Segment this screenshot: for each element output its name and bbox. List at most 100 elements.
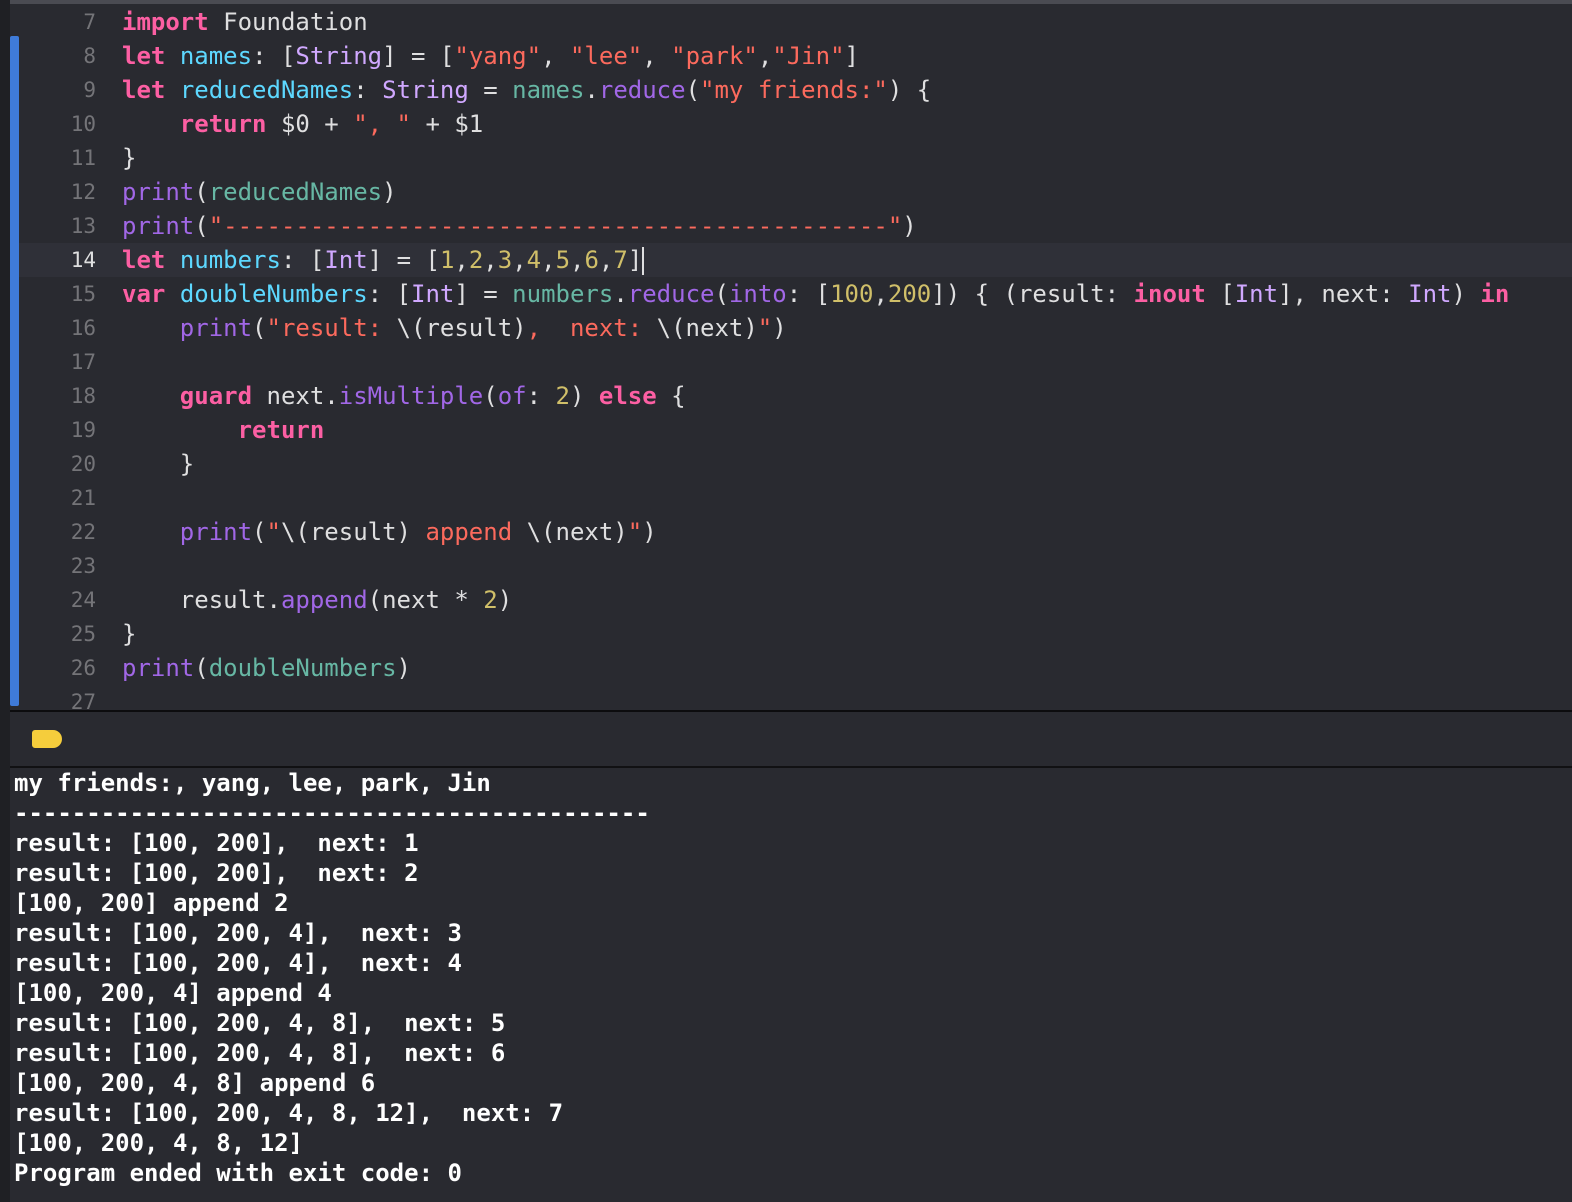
code-token: in xyxy=(1480,280,1510,308)
code-text[interactable]: print("result: \(result), next: \(next)"… xyxy=(122,311,787,345)
code-token: return xyxy=(179,110,267,138)
code-token: ] xyxy=(627,246,643,274)
code-token: Int xyxy=(1234,280,1279,308)
code-token: ", " xyxy=(353,110,411,138)
code-line[interactable]: 22 print("\(result) append \(next)") xyxy=(10,515,1572,549)
code-token: let xyxy=(122,42,166,70)
line-number: 14 xyxy=(70,248,96,272)
source-change-bar[interactable] xyxy=(10,36,19,706)
code-token: ) { xyxy=(887,76,932,104)
code-token: print xyxy=(122,212,195,240)
code-token: 4 xyxy=(526,246,542,274)
code-token: , xyxy=(541,42,570,70)
console-line: [100, 200, 4, 8, 12] xyxy=(14,1129,303,1157)
code-line[interactable]: 9 let reducedNames: String = names.reduce… xyxy=(10,73,1572,107)
code-line[interactable]: 18 guard next.isMultiple(of: 2) else { xyxy=(10,379,1572,413)
code-token: result. xyxy=(122,586,281,614)
code-token: $0 + xyxy=(266,110,354,138)
code-token: 7 xyxy=(613,246,628,274)
line-number: 10 xyxy=(70,112,96,136)
code-token: ) xyxy=(396,654,411,682)
code-token: , next: xyxy=(526,314,657,342)
code-line[interactable]: 23 xyxy=(10,549,1572,583)
code-line[interactable]: 25} xyxy=(10,617,1572,651)
line-number: 11 xyxy=(70,146,96,170)
code-text[interactable]: print("\(result) append \(next)") xyxy=(122,515,657,549)
code-token: ], next: xyxy=(1278,280,1409,308)
code-text[interactable]: print("---------------------------------… xyxy=(122,209,917,243)
code-token: let xyxy=(122,76,166,104)
code-text[interactable]: result.append(next * 2) xyxy=(122,583,512,617)
code-line[interactable]: 26 print(doubleNumbers) xyxy=(10,651,1572,685)
code-text[interactable]: guard next.isMultiple(of: 2) else { xyxy=(122,379,686,413)
code-line[interactable]: 10 return $0 + ", " + $1 xyxy=(10,107,1572,141)
code-editor[interactable]: 7 import Foundation 8 let names: [String] =… xyxy=(10,4,1572,710)
console-output[interactable]: my friends:, yang, lee, park, Jin -------… xyxy=(14,768,1564,1198)
debug-bar xyxy=(10,712,1572,766)
code-text[interactable]: let reducedNames: String = names.reduce(… xyxy=(122,73,931,107)
code-token: ) xyxy=(569,382,599,410)
console-line: [100, 200] append 2 xyxy=(14,889,289,917)
code-token: String xyxy=(295,42,383,70)
code-line[interactable]: 8 let names: [String] = ["yang", "lee", "… xyxy=(10,39,1572,73)
code-line[interactable]: 17 xyxy=(10,345,1572,379)
code-token: print xyxy=(179,518,253,546)
code-token: ] = xyxy=(454,280,513,308)
code-token: , xyxy=(598,246,614,274)
code-token: . xyxy=(613,280,628,308)
code-token: ) xyxy=(642,518,657,546)
code-text[interactable]: let names: [String] = ["yang", "lee", "p… xyxy=(122,39,859,73)
tag-icon[interactable] xyxy=(32,730,62,748)
code-token: 2 xyxy=(468,246,484,274)
code-token: of xyxy=(497,382,527,410)
code-token: "lee" xyxy=(569,42,643,70)
code-line[interactable]: 20 } xyxy=(10,447,1572,481)
code-text[interactable]: return $0 + ", " + $1 xyxy=(122,107,483,141)
code-line[interactable]: 12 print(reducedNames) xyxy=(10,175,1572,209)
code-token: "yang" xyxy=(454,42,542,70)
code-line[interactable]: 21 xyxy=(10,481,1572,515)
code-token: names xyxy=(179,42,253,70)
code-token: Int xyxy=(411,280,455,308)
code-token: 2 xyxy=(555,382,570,410)
code-line[interactable]: 11} xyxy=(10,141,1572,175)
code-token: numbers xyxy=(512,280,614,308)
code-line[interactable]: 7 import Foundation xyxy=(10,5,1572,39)
code-token: doubleNumbers xyxy=(179,280,368,308)
code-token: , xyxy=(512,246,527,274)
code-text[interactable]: } xyxy=(122,617,136,651)
code-text[interactable]: } xyxy=(122,141,136,175)
code-line[interactable]: 19 return xyxy=(10,413,1572,447)
console-line: result: [100, 200, 4, 8, 12], next: 7 xyxy=(14,1099,564,1127)
code-token: [ xyxy=(1205,280,1235,308)
code-line[interactable]: 15 var doubleNumbers: [Int] = numbers.red… xyxy=(10,277,1572,311)
code-token: ]) { (result: xyxy=(931,280,1134,308)
code-text[interactable]: print(reducedNames) xyxy=(122,175,397,209)
code-token: reduce xyxy=(627,280,715,308)
code-text[interactable]: var doubleNumbers: [Int] = numbers.reduc… xyxy=(122,277,1509,311)
code-text[interactable]: return xyxy=(122,413,325,447)
code-text[interactable]: print(doubleNumbers) xyxy=(122,651,411,685)
code-text[interactable]: import Foundation xyxy=(122,5,368,39)
code-token: , xyxy=(757,42,773,70)
code-line[interactable]: 13 print("-------------------------------… xyxy=(10,209,1572,243)
code-token: ( xyxy=(194,212,209,240)
code-text[interactable]: let numbers: [Int] = [1,2,3,4,5,6,7] xyxy=(122,243,645,277)
code-line[interactable]: 14 let numbers: [Int] = [1,2,3,4,5,6,7] xyxy=(10,243,1572,277)
console-line: result: [100, 200, 4], next: 4 xyxy=(14,949,462,977)
code-token: ) xyxy=(902,212,917,240)
code-line[interactable]: 27 xyxy=(10,685,1572,710)
code-token: { xyxy=(656,382,686,410)
code-token: reducedNames xyxy=(179,76,354,104)
code-line[interactable]: 16 print("result: \(result), next: \(nex… xyxy=(10,311,1572,345)
code-text[interactable]: } xyxy=(122,447,194,481)
code-token: ) xyxy=(772,314,787,342)
line-number: 25 xyxy=(70,622,96,646)
code-line[interactable]: 24 result.append(next * 2) xyxy=(10,583,1572,617)
code-token: \(result) xyxy=(396,314,527,342)
code-token: : [ xyxy=(252,42,296,70)
code-token: . xyxy=(584,76,599,104)
code-token: 1 xyxy=(439,246,455,274)
